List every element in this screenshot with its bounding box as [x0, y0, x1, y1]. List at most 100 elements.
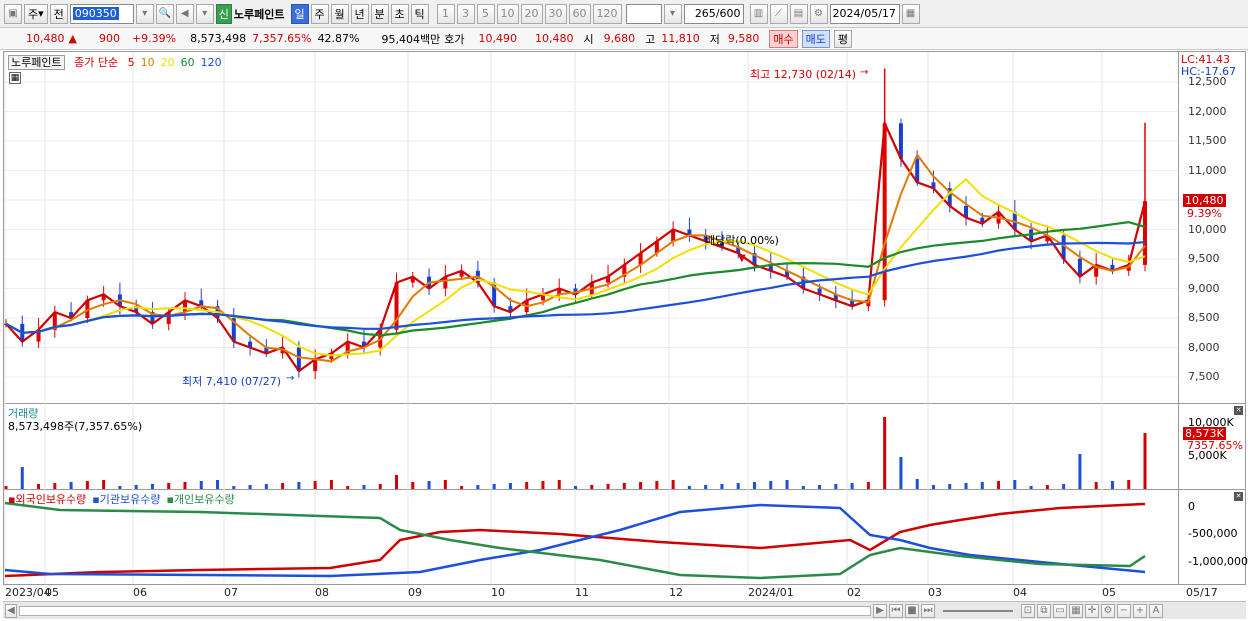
volume-bar-40: [655, 481, 659, 489]
holding-close-icon[interactable]: ✕: [1234, 492, 1243, 501]
volume-bar-38: [622, 483, 626, 489]
stop-icon[interactable]: ■: [905, 603, 919, 618]
volume-pct-tag: 7357.65%: [1187, 439, 1243, 452]
price-tick-6: 9,500: [1188, 252, 1220, 265]
x-label-12: 04: [1013, 586, 1027, 599]
holding-legend-0: ▪외국인보유수량: [8, 493, 87, 506]
holding-legend-1: ▪기관보유수량: [92, 493, 161, 506]
volume-bar-24: [395, 475, 399, 489]
scroll-left-icon[interactable]: ◀: [5, 603, 17, 618]
volume-bar-63: [1029, 486, 1033, 489]
high-arrow-icon: →: [860, 67, 869, 78]
scroll-right-icon[interactable]: ▶: [873, 603, 887, 618]
price-tick-9: 8,000: [1188, 340, 1220, 354]
settings-icon[interactable]: ⚙: [1101, 603, 1115, 618]
volume-bar-70: [1143, 433, 1147, 489]
stock-tab[interactable]: 노루페인트: [8, 55, 65, 70]
volume-bar-5: [85, 481, 89, 489]
volume-bar-37: [606, 484, 610, 489]
volume-bar-68: [1110, 481, 1114, 489]
layout-icon[interactable]: ▭: [1053, 603, 1067, 618]
volume-bar-18: [297, 482, 301, 489]
x-label-2: 06: [133, 586, 147, 599]
volume-bar-45: [736, 483, 740, 489]
volume-bar-58: [948, 484, 952, 489]
volume-bar-54: [883, 417, 887, 489]
volume-value: 8,573,498주(7,357.65%): [8, 420, 143, 433]
volume-bar-62: [1013, 480, 1017, 489]
volume-bar-44: [720, 484, 724, 489]
forward-icon[interactable]: ⏭: [921, 603, 935, 618]
volume-bar-36: [590, 485, 594, 489]
volume-bar-2: [37, 484, 41, 489]
volume-bar-51: [834, 484, 838, 489]
copy-icon[interactable]: ⧉: [1037, 603, 1051, 618]
volume-bar-31: [508, 483, 512, 489]
chart-scrollbar[interactable]: ◀ ▶ ⏮ ■ ⏭ ⊡ ⧉ ▭ ▦ ✛ ⚙ − + A: [3, 601, 1246, 619]
font-icon[interactable]: A: [1149, 603, 1163, 618]
ma-legend-5: 5: [127, 56, 135, 69]
x-label-8: 12: [669, 586, 683, 599]
current-pct-tag: 9.39%: [1187, 207, 1222, 220]
volume-bar-53: [866, 482, 870, 489]
volume-bar-19: [313, 481, 317, 489]
volume-bar-57: [931, 485, 935, 489]
table-icon[interactable]: ▦: [9, 72, 21, 84]
volume-bar-42: [687, 486, 691, 489]
zoom-slider[interactable]: [943, 609, 1013, 612]
volume-bar-32: [525, 482, 529, 489]
volume-bar-39: [639, 482, 643, 489]
volume-bar-48: [785, 480, 789, 489]
scroll-track[interactable]: [19, 605, 871, 616]
volume-bar-0: [4, 486, 8, 489]
grid-icon[interactable]: ▦: [1069, 603, 1083, 618]
volume-bar-3: [53, 483, 57, 489]
price-tick-8: 8,500: [1188, 311, 1220, 324]
volume-bar-13: [216, 480, 220, 489]
volume-bar-28: [460, 486, 464, 489]
volume-bar-46: [752, 482, 756, 489]
ma-legend-10: 10: [140, 56, 155, 69]
ma-legend-60: 60: [180, 56, 195, 69]
volume-bar-47: [769, 481, 773, 489]
volume-bar-65: [1062, 484, 1066, 489]
volume-bar-30: [492, 484, 496, 489]
volume-bar-10: [167, 483, 171, 489]
dividend-annotation: 배당락(0.00%): [705, 234, 779, 247]
x-label-1: 05: [45, 586, 59, 599]
volume-bar-16: [264, 484, 268, 489]
volume-bar-33: [541, 481, 545, 489]
dividend-marker-icon: ▼: [738, 253, 746, 264]
current-price-tag: 10,480: [1183, 194, 1226, 207]
x-label-7: 11: [575, 586, 589, 599]
zoom-out-icon[interactable]: −: [1117, 603, 1131, 618]
price-chart-svg: [4, 52, 1178, 584]
rewind-icon[interactable]: ⏮: [889, 603, 903, 618]
x-axis-end-label: 05/17: [1186, 586, 1218, 599]
low-arrow-icon: →: [286, 373, 295, 384]
volume-bar-59: [964, 483, 968, 489]
volume-close-icon[interactable]: ✕: [1234, 406, 1243, 415]
volume-bar-8: [134, 485, 138, 489]
price-tick-7: 9,000: [1188, 281, 1220, 295]
x-label-3: 07: [224, 586, 238, 599]
zoom-fit-icon[interactable]: ⊡: [1021, 603, 1035, 618]
crosshair-icon[interactable]: ✛: [1085, 603, 1099, 618]
volume-bar-26: [427, 481, 431, 489]
ma-legend-120: 120: [200, 56, 222, 69]
high-annotation: 최고 12,730 (02/14): [750, 68, 857, 81]
volume-bar-60: [980, 482, 984, 489]
volume-bar-20: [329, 480, 333, 489]
low-annotation: 최저 7,410 (07/27): [182, 375, 282, 388]
x-label-11: 03: [928, 586, 942, 599]
zoom-in-icon[interactable]: +: [1133, 603, 1147, 618]
ma-title: 종가 단순: [74, 56, 119, 69]
volume-bar-52: [850, 483, 854, 489]
price-tick-5: 10,000: [1188, 222, 1227, 236]
volume-bar-6: [102, 480, 106, 489]
price-tick-0: 12,500: [1188, 75, 1227, 88]
price-tick-3: 11,000: [1188, 163, 1227, 177]
volume-bar-61: [997, 481, 1001, 489]
volume-bar-49: [801, 486, 805, 489]
volume-bar-67: [1094, 482, 1098, 489]
